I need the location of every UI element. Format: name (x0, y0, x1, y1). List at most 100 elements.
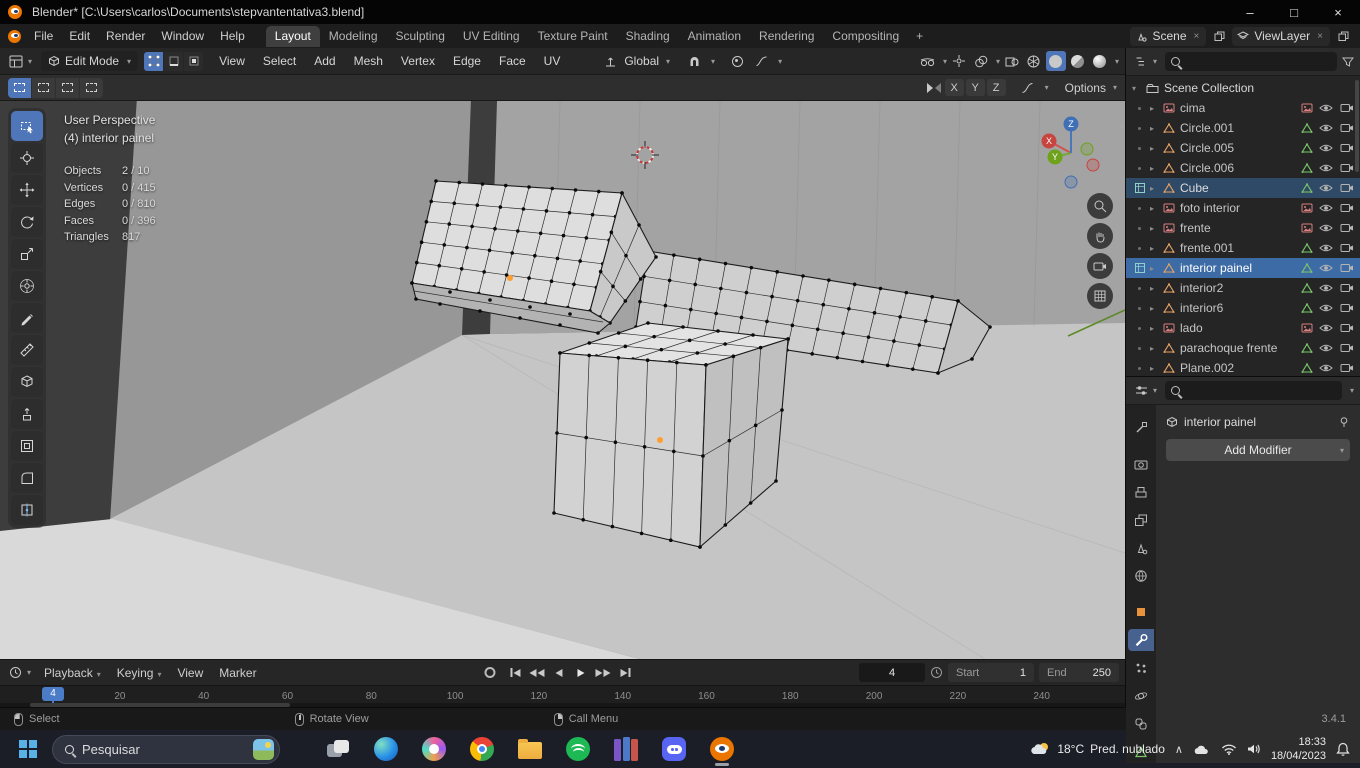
onedrive-cloud-icon[interactable] (1193, 743, 1211, 755)
menu-item[interactable]: Edit (61, 27, 98, 45)
tool-annotate[interactable] (11, 303, 43, 333)
auto-keying-record-icon[interactable] (483, 667, 495, 679)
jump-to-start-button[interactable] (505, 664, 525, 682)
properties-editor-type-button[interactable]: ▾ (1132, 383, 1160, 398)
collection-name[interactable]: Scene Collection (1164, 81, 1254, 95)
hide-eye-icon[interactable] (1317, 283, 1334, 293)
workspace-tab[interactable]: Layout (265, 25, 320, 47)
navigation-gizmo[interactable]: X Y Z (1033, 115, 1109, 191)
tab-object[interactable] (1128, 601, 1154, 623)
outliner-item[interactable]: ▸ Circle.006 (1126, 158, 1360, 178)
orientation-label[interactable]: Global (624, 54, 659, 68)
workspace-tab[interactable]: Sculpting (387, 26, 454, 47)
current-frame-field[interactable]: 4 (859, 663, 925, 683)
workspace-tab[interactable]: Modeling (320, 26, 387, 47)
workspace-tab[interactable]: Animation (679, 26, 750, 47)
volume-icon[interactable] (1247, 743, 1261, 755)
outliner-item[interactable]: ▸ Circle.005 (1126, 138, 1360, 158)
mirror-axis-toggle[interactable]: Z (986, 79, 1006, 96)
add-modifier-button[interactable]: Add Modifier ▾ (1166, 439, 1350, 461)
visibility-dropdown-icon[interactable] (918, 51, 938, 71)
filter-dropdown-icon[interactable]: ▾ (1350, 386, 1354, 395)
camera-visibility-icon[interactable] (1338, 103, 1355, 113)
show-gizmo-icon[interactable] (949, 51, 969, 71)
select-extend-mode-button[interactable] (32, 77, 55, 98)
outliner-item[interactable]: ▸ interior2 (1126, 278, 1360, 298)
orientation-dropdown[interactable] (600, 51, 620, 71)
timeline-menu-item[interactable]: Marker (211, 664, 264, 682)
end-frame-field[interactable]: End 250 (1039, 663, 1119, 683)
hide-eye-icon[interactable] (1317, 203, 1334, 213)
expand-arrow-icon[interactable]: ▸ (1150, 344, 1159, 353)
timeline-scrollbar[interactable] (0, 703, 1125, 707)
tool-transform[interactable] (11, 271, 43, 301)
sidebar-collapse-arrow-icon[interactable]: ‹ (1120, 117, 1124, 132)
camera-visibility-icon[interactable] (1338, 303, 1355, 313)
expand-arrow-icon[interactable]: ▸ (1150, 264, 1159, 273)
outliner-item[interactable]: ▸ Cube (1126, 178, 1360, 198)
expand-arrow-icon[interactable]: ▸ (1150, 124, 1159, 133)
select-intersect-mode-button[interactable] (80, 77, 103, 98)
viewport-menu-item[interactable]: Add (306, 52, 343, 70)
object-name[interactable]: lado (1180, 321, 1203, 335)
shading-wireframe-icon[interactable] (1024, 51, 1044, 71)
timeline-ruler[interactable]: 20 40 60 80 100 120 140 160 180 200 220 240 4 (0, 685, 1125, 707)
object-name[interactable]: Plane.002 (1180, 361, 1234, 375)
tab-particles[interactable] (1128, 657, 1154, 679)
camera-visibility-icon[interactable] (1338, 203, 1355, 213)
close-button[interactable]: × (1316, 0, 1360, 24)
outliner-item[interactable]: ▸ lado (1126, 318, 1360, 338)
spotify-button[interactable] (560, 731, 596, 767)
tab-output[interactable] (1128, 481, 1154, 503)
outliner-item[interactable]: ▸ interior6 (1126, 298, 1360, 318)
weather-widget[interactable]: 18°C Pred. nublado (1031, 741, 1165, 757)
tray-overflow-chevron-icon[interactable]: ∧ (1175, 743, 1183, 756)
mode-dropdown[interactable]: Edit Mode ▾ (41, 51, 139, 71)
mirror-axis-toggle[interactable]: X (944, 79, 964, 96)
gizmo-y-label[interactable]: Y (1052, 152, 1058, 162)
tab-world[interactable] (1128, 565, 1154, 587)
hide-eye-icon[interactable] (1317, 363, 1334, 373)
outliner-item[interactable]: ▸ interior painel (1126, 258, 1360, 278)
jump-to-next-keyframe-button[interactable] (593, 664, 613, 682)
expand-arrow-icon[interactable]: ▸ (1150, 204, 1159, 213)
hide-eye-icon[interactable] (1317, 163, 1334, 173)
outliner-item[interactable]: ▸ parachoque frente (1126, 338, 1360, 358)
camera-visibility-icon[interactable] (1338, 283, 1355, 293)
tool-inset-faces[interactable] (11, 431, 43, 461)
photos-button[interactable] (416, 731, 452, 767)
new-scene-button[interactable] (1210, 27, 1228, 45)
timeline-menu-item[interactable]: Playback (36, 664, 109, 682)
unlink-scene-icon[interactable]: × (1192, 31, 1202, 42)
proportional-falloff-icon[interactable] (751, 51, 771, 71)
hide-eye-icon[interactable] (1317, 263, 1334, 273)
start-button[interactable] (10, 731, 46, 767)
viewport-menu-item[interactable]: Select (255, 52, 304, 70)
vertex-select-mode-button[interactable] (144, 51, 164, 71)
tab-constraints[interactable] (1128, 713, 1154, 735)
app-menu-icon[interactable] (8, 29, 21, 43)
tool-add-cube[interactable] (11, 367, 43, 397)
properties-search-input[interactable] (1165, 381, 1342, 400)
tab-view-layer[interactable] (1128, 509, 1154, 531)
outliner-item[interactable]: ▸ Plane.002 (1126, 358, 1360, 376)
tool-cursor[interactable] (11, 143, 43, 173)
select-subtract-mode-button[interactable] (56, 77, 79, 98)
winrar-button[interactable] (608, 731, 644, 767)
view-layer-selector[interactable]: ViewLayer × (1232, 26, 1330, 46)
camera-visibility-icon[interactable] (1338, 263, 1355, 273)
options-dropdown[interactable]: Options (1065, 81, 1106, 95)
menu-item[interactable]: Help (212, 27, 253, 45)
camera-visibility-icon[interactable] (1338, 143, 1355, 153)
expand-arrow-icon[interactable]: ▸ (1150, 104, 1159, 113)
hide-eye-icon[interactable] (1317, 123, 1334, 133)
orthographic-toggle-button[interactable] (1087, 283, 1113, 309)
pan-hand-button[interactable] (1087, 223, 1113, 249)
menu-item[interactable]: Window (153, 27, 212, 45)
expand-arrow-icon[interactable]: ▸ (1150, 164, 1159, 173)
scene-collection-row[interactable]: ▾ Scene Collection (1126, 78, 1360, 98)
object-name[interactable]: interior2 (1180, 281, 1223, 295)
show-overlays-icon[interactable] (971, 51, 991, 71)
filter-funnel-icon[interactable] (1342, 56, 1354, 68)
minimize-button[interactable]: – (1228, 0, 1272, 24)
